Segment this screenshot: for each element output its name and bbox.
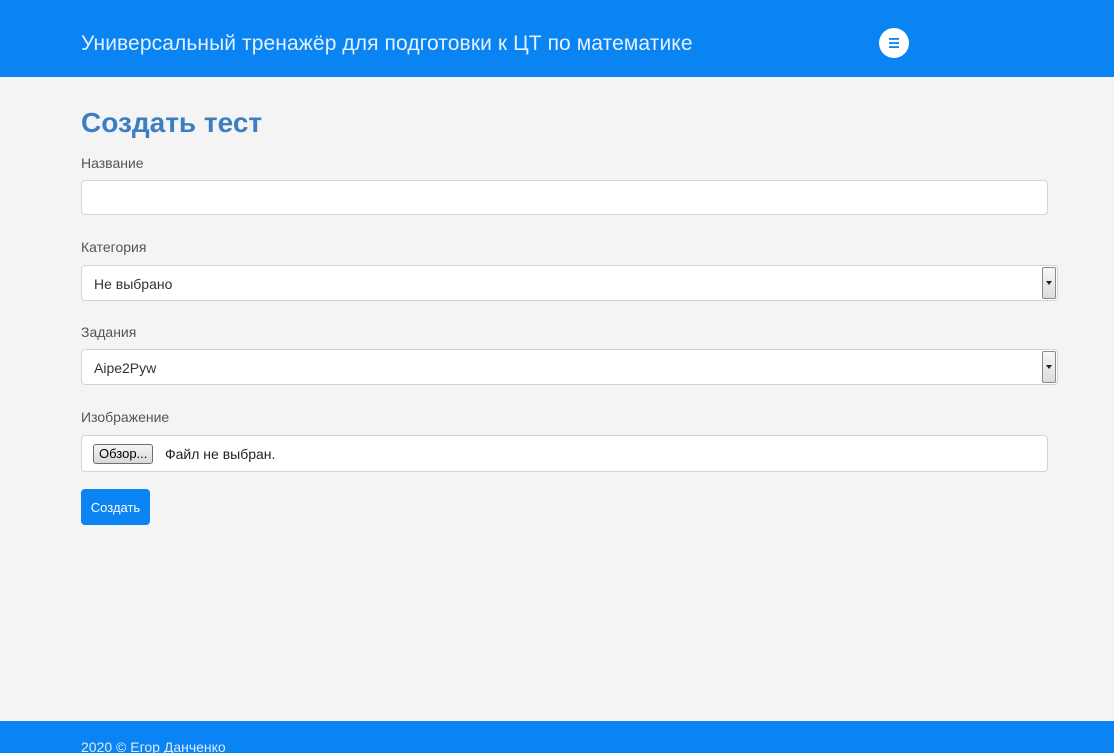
category-select-arrow[interactable] (1042, 267, 1056, 299)
navbar: Универсальный тренажёр для подготовки к … (0, 0, 1114, 77)
page-title: Создать тест (81, 107, 263, 138)
tasks-select-arrow[interactable] (1042, 351, 1056, 383)
name-input[interactable] (81, 180, 1048, 215)
file-status: Файл не выбран. (165, 446, 276, 462)
create-button[interactable]: Создать (81, 489, 150, 525)
tasks-select-value: Aipe2Pyw (94, 360, 157, 376)
footer-copyright: 2020 © Егор Данченко (81, 739, 226, 753)
caret-down-icon (1046, 365, 1052, 369)
category-label: Категория (81, 239, 147, 255)
footer: 2020 © Егор Данченко (0, 721, 1114, 753)
image-label: Изображение (81, 409, 170, 425)
site-brand[interactable]: Универсальный тренажёр для подготовки к … (81, 32, 693, 56)
caret-down-icon (1046, 281, 1052, 285)
category-select[interactable]: Не выбрано (81, 265, 1058, 301)
name-label: Название (81, 155, 144, 171)
hamburger-icon (889, 38, 899, 48)
tasks-select[interactable]: Aipe2Pyw (81, 349, 1058, 385)
menu-button[interactable] (879, 28, 909, 58)
image-file-input[interactable]: Обзор... Файл не выбран. (81, 435, 1048, 472)
category-select-value: Не выбрано (94, 276, 173, 292)
tasks-label: Задания (81, 324, 137, 340)
browse-button[interactable]: Обзор... (93, 444, 154, 464)
